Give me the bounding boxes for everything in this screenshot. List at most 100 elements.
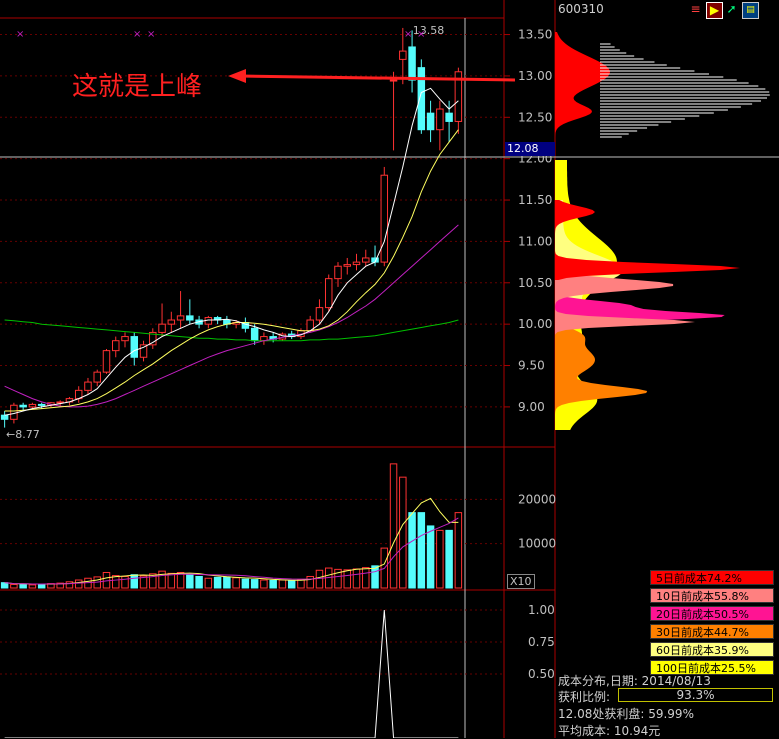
volume-bar [408,512,416,589]
volume-bar [158,570,166,589]
average-cost: 平均成本: 10.94元 [558,724,661,738]
candle-body [167,319,176,325]
indicator-label: 1.00 [528,603,555,617]
signal-marker: × [417,29,425,40]
candle-body [186,315,194,321]
volume-bar [287,580,296,589]
indicator-label: 0.75 [528,635,555,649]
volume-multiplier: X10 [507,574,535,589]
candle-body [417,67,426,131]
candle-body [10,404,18,420]
annotation-arrow [239,74,516,82]
volume-bar [204,577,213,589]
stock-symbol: 600310 [558,2,604,16]
candle-body [84,381,92,391]
candle-body [130,336,139,358]
volume-label: 10000 [518,537,556,551]
ma5-line [4,87,459,416]
indicator-label: 0.50 [528,667,555,681]
candle-body [250,327,259,342]
profit-bar: 93.3% [618,688,773,702]
chip-legend-item: 20日前成本50.5% [650,606,774,621]
price-label: 10.00 [518,317,552,331]
signal-marker: × [16,29,24,40]
volume-bar [343,569,351,589]
chip-legend-item: 60日前成本35.9% [650,642,774,657]
candle-body [445,112,453,122]
candle-body [0,414,9,420]
volume-bar [389,463,398,589]
candle-body [112,340,120,352]
chip-legend-item: 5日前成本74.2% [650,570,774,585]
candle-body [362,257,370,263]
candle-body [37,403,46,406]
price-label: 9.50 [518,359,545,373]
price-label: 10.50 [518,276,552,290]
volume-bar [426,525,435,589]
bars-icon[interactable]: ≡ [688,2,703,17]
candle-body [380,174,389,263]
candle-body [426,112,435,131]
ma30-line [4,224,459,408]
volume-bar [28,584,37,589]
chip-date: 成本分布,日期: 2014/08/13 [558,674,711,688]
candle-body [324,278,333,309]
volume-bar [417,512,426,589]
volume-bar [232,577,240,589]
signal-marker: × [133,29,141,40]
volume-bar [19,583,27,589]
volume-bar [121,575,129,589]
candle-body [352,261,361,266]
candle-body [315,307,324,321]
volume-bar [278,579,287,589]
candle-body [28,403,37,408]
volume-bar [297,579,305,589]
candle-body [343,264,351,267]
volume-bar [250,579,259,589]
volume-bar [352,568,361,589]
volume-bar [223,576,231,589]
volume-bar [436,529,444,589]
window-icon[interactable]: ▤ [742,2,759,19]
candle-body [121,336,129,342]
signal-marker: × [147,29,155,40]
candle-body [102,350,111,373]
candle-body [139,344,148,358]
flag-icon[interactable]: ▶ [706,2,723,19]
price-label: 11.00 [518,234,552,248]
volume-bar [260,579,268,589]
volume-bar [10,583,18,589]
candle-body [408,46,416,81]
candle-body [436,108,444,131]
volume-bar [399,476,407,589]
candle-body [389,79,398,82]
chip-legend-item: 30日前成本44.7% [650,624,774,639]
volume-bar [371,565,379,589]
volume-bar [0,582,9,589]
volume-bar [74,579,83,589]
signal-marker: × [404,29,412,40]
price-label: 13.50 [518,28,552,42]
volume-bar [445,529,453,589]
volume-bar [37,583,46,589]
volume-bar [213,576,222,589]
candle-body [93,371,101,383]
volume-bar [362,567,370,589]
candle-body [334,265,342,280]
ma10-line [4,129,459,412]
volume-bar [269,579,277,589]
volume-bar [195,575,203,589]
annotation-arrowhead [228,69,246,83]
volume-bar [241,578,250,589]
volume-bar [315,569,324,589]
arrow-icon[interactable]: ➚ [724,2,739,17]
volume-label: 20000 [518,492,556,506]
candle-body [399,50,407,60]
price-label: 13.00 [518,69,552,83]
low-price-label: ←8.77 [6,428,40,441]
price-label: 12.50 [518,110,552,124]
candle-body [176,315,185,321]
profit-at-price: 12.08处获利盘: 59.99% [558,707,694,721]
chip-legend-item: 10日前成本55.8% [650,588,774,603]
volume-bar [167,572,176,589]
